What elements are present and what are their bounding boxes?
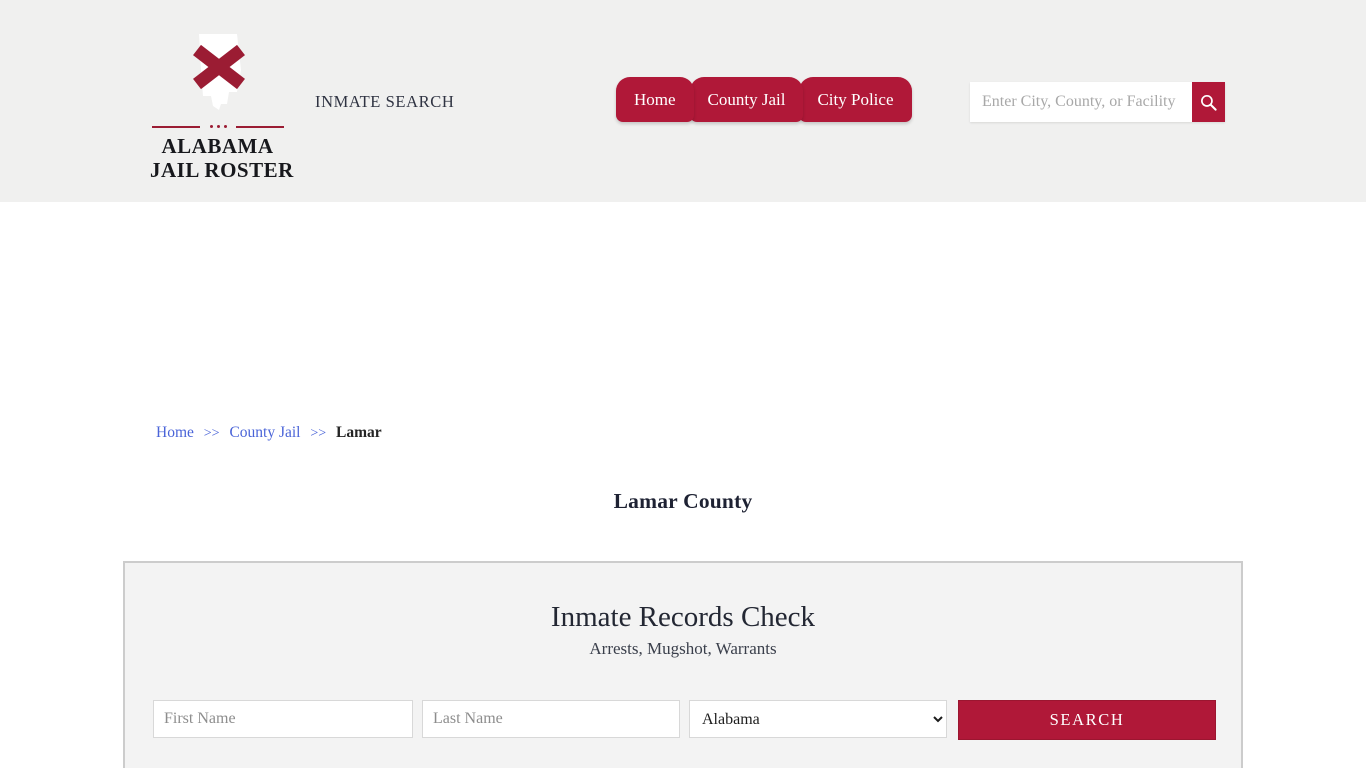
header-search-button[interactable] (1192, 82, 1225, 122)
main-navigation: Home County Jail City Police (616, 77, 912, 127)
logo-text-line1: ALABAMA (161, 134, 274, 158)
page-title: Lamar County (613, 489, 753, 514)
first-name-input[interactable] (153, 700, 413, 738)
alabama-state-flag-icon (192, 34, 245, 110)
breadcrumb-item-home[interactable]: Home (156, 424, 194, 441)
panel-title: Inmate Records Check (550, 601, 816, 633)
last-name-input[interactable] (422, 700, 680, 738)
inmate-records-check-panel: Inmate Records Check Arrests, Mugshot, W… (123, 561, 1243, 768)
breadcrumb: Home >> County Jail >> Lamar (156, 424, 382, 442)
site-tagline: INMATE SEARCH (315, 92, 455, 111)
header-search-bar (970, 82, 1225, 122)
nav-item-home[interactable]: Home (616, 77, 694, 122)
nav-item-county-jail[interactable]: County Jail (689, 77, 804, 122)
breadcrumb-separator: >> (203, 426, 220, 441)
nav-item-city-police[interactable]: City Police (799, 77, 912, 122)
site-logo[interactable]: ALABAMA JAIL ROSTER (150, 30, 294, 182)
logo-text-line2: JAIL ROSTER (150, 157, 294, 182)
site-header: ALABAMA JAIL ROSTER INMATE SEARCH Home C… (0, 0, 1366, 202)
search-icon (1201, 94, 1217, 111)
breadcrumb-separator: >> (310, 426, 327, 441)
breadcrumb-item-county-jail[interactable]: County Jail (229, 424, 300, 441)
logo-divider (151, 122, 284, 132)
header-search-input[interactable] (970, 82, 1192, 122)
panel-subtitle: Arrests, Mugshot, Warrants (589, 639, 777, 658)
state-select[interactable]: Alabama (689, 700, 947, 738)
inmate-search-form: Alabama SEARCH (153, 700, 1217, 740)
inmate-search-button[interactable]: SEARCH (958, 700, 1216, 740)
breadcrumb-item-current: Lamar (336, 424, 382, 441)
